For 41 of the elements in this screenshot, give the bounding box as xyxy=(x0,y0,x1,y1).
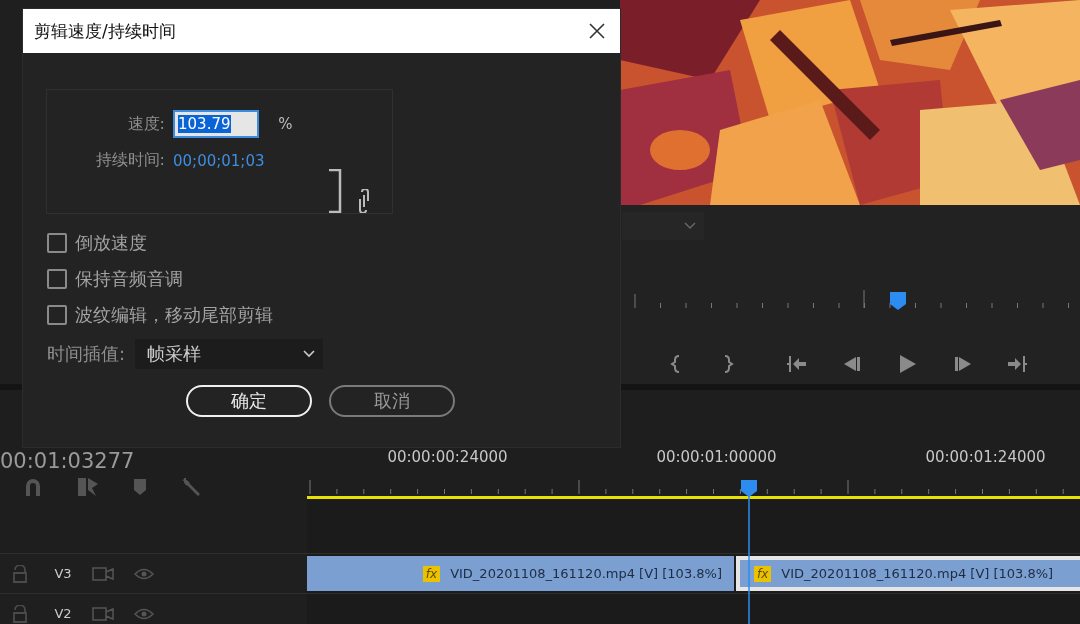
clip-name: VID_20201108_161120.mp4 [V] [103.8%] xyxy=(450,566,722,581)
go-to-out-icon[interactable] xyxy=(1007,354,1027,374)
time-label: 00:00:01:00000 xyxy=(655,448,778,466)
duration-value[interactable]: 00;00;01;03 xyxy=(173,151,281,170)
clip-name: VID_20201108_161120.mp4 [V] [103.8%] xyxy=(781,566,1054,581)
interpolation-label: 时间插值: xyxy=(47,342,126,366)
checkbox[interactable] xyxy=(47,305,67,325)
checkbox[interactable] xyxy=(47,269,67,289)
chain-link-icon[interactable] xyxy=(357,189,370,213)
step-forward-icon[interactable] xyxy=(953,354,973,374)
track-name: V2 xyxy=(53,606,73,621)
timecode[interactable]: 00:01:03277 xyxy=(0,448,307,474)
interpolation-dropdown[interactable]: 帧采样 xyxy=(135,339,324,369)
option-label: 保持音频音调 xyxy=(75,267,183,291)
ok-button[interactable]: 确定 xyxy=(186,385,312,417)
video-clip[interactable]: fx VID_20201108_161120.mp4 [V] [103.8%] xyxy=(736,556,1080,591)
checkbox[interactable] xyxy=(47,233,67,253)
playhead[interactable] xyxy=(740,478,758,624)
speed-label: 速度: xyxy=(126,113,165,135)
cancel-button[interactable]: 取消 xyxy=(329,385,455,417)
track-name: V3 xyxy=(53,566,73,581)
bracket-icon xyxy=(327,169,342,213)
speed-field[interactable]: 103.79 xyxy=(173,110,259,138)
time-label: 00:00:01:24000 xyxy=(924,448,1047,466)
dialog-title: 剪辑速度/持续时间 xyxy=(34,19,176,43)
chevron-icon xyxy=(303,350,316,358)
play-icon[interactable] xyxy=(897,354,917,374)
option-label: 倒放速度 xyxy=(75,231,147,255)
go-to-in-icon[interactable] xyxy=(787,354,807,374)
fx-badge: fx xyxy=(422,565,441,582)
playhead-marker-icon[interactable] xyxy=(890,292,906,310)
percent-unit: % xyxy=(278,115,294,133)
video-clip[interactable]: fx VID_20201108_161120.mp4 [V] [103.8%] xyxy=(307,556,734,591)
time-label: 00:00:00:24000 xyxy=(386,448,509,466)
option-label: 波纹编辑，移动尾部剪辑 xyxy=(75,303,273,327)
close-icon[interactable] xyxy=(588,22,606,40)
step-back-icon[interactable] xyxy=(842,354,862,374)
chevron-icon xyxy=(684,222,696,230)
marker-icon[interactable] xyxy=(132,476,148,498)
duration-label: 持续时间: xyxy=(94,150,165,171)
fx-badge: fx xyxy=(754,565,772,582)
